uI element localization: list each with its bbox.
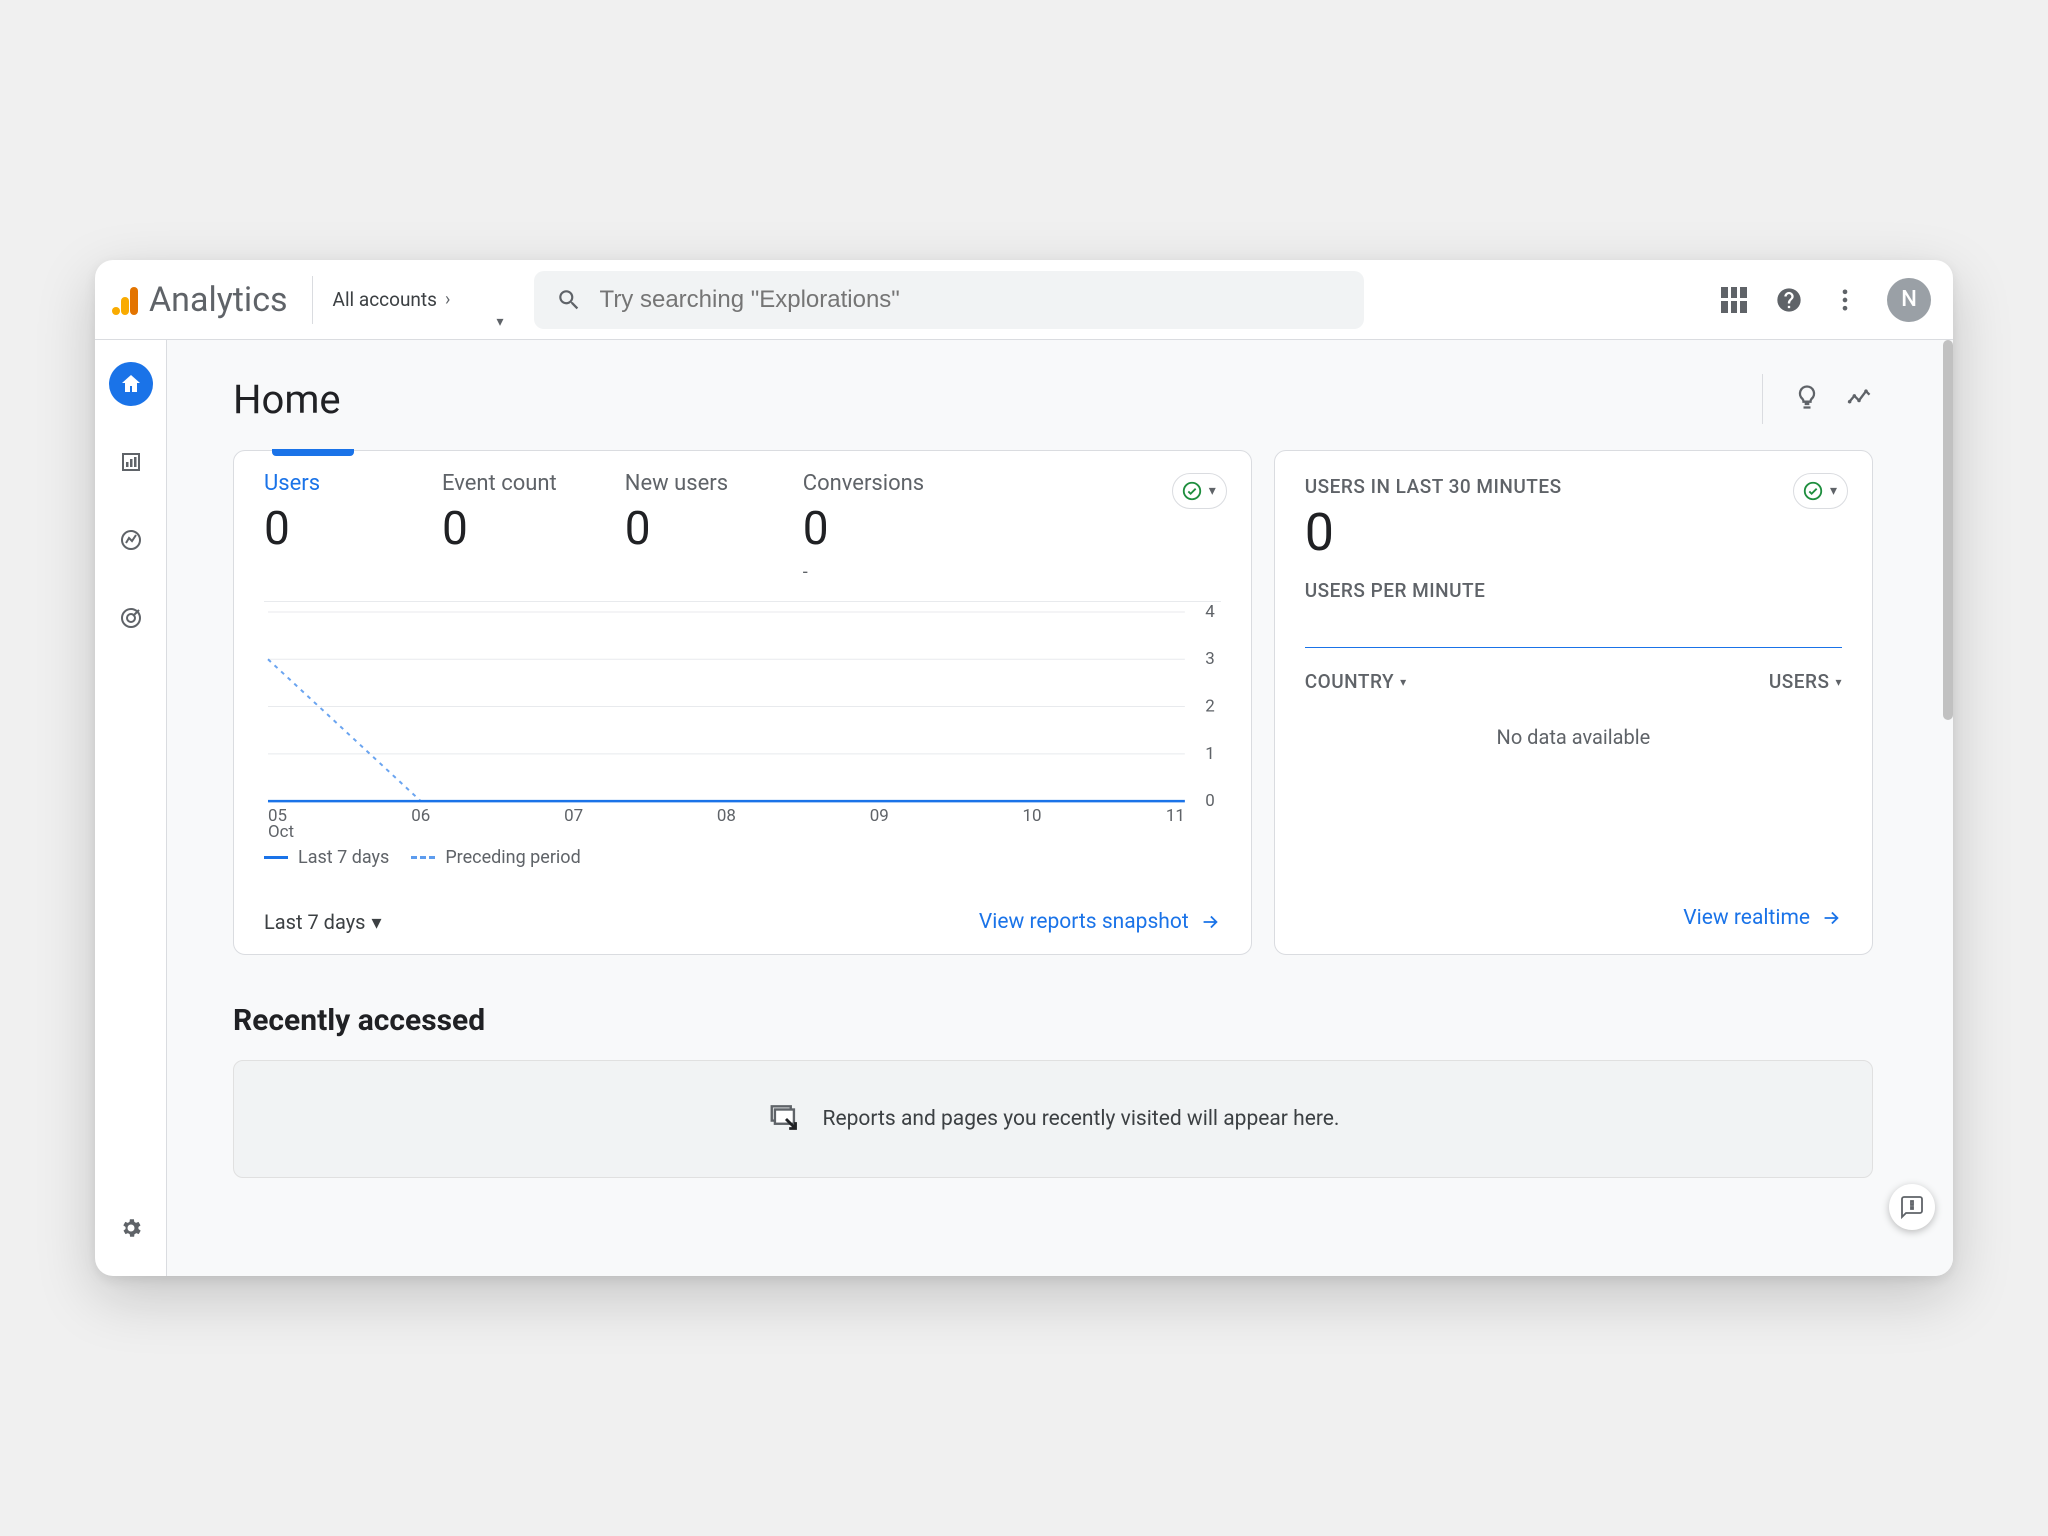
body: Home	[95, 340, 1953, 1276]
recent-empty-card: Reports and pages you recently visited w…	[233, 1060, 1873, 1178]
search-input[interactable]	[600, 286, 1342, 314]
scrollbar[interactable]	[1943, 340, 1953, 1276]
caret-down-icon: ▾	[497, 314, 504, 330]
svg-text:06: 06	[411, 806, 430, 826]
gear-icon	[119, 1216, 143, 1240]
caret-down-icon: ▾	[1830, 483, 1837, 499]
help-icon[interactable]	[1775, 286, 1803, 314]
bar-chart-icon	[119, 450, 143, 474]
account-picker[interactable]: All accounts › ▾	[312, 276, 482, 324]
apps-grid-icon[interactable]	[1721, 287, 1747, 313]
caret-down-icon: ▾	[1400, 675, 1407, 689]
realtime-table-head: COUNTRY ▾ USERS ▾	[1275, 652, 1872, 693]
data-quality-pill[interactable]: ▾	[1793, 473, 1848, 509]
recent-pages-icon	[767, 1100, 805, 1138]
main: Home	[167, 340, 1953, 1276]
col-country[interactable]: COUNTRY ▾	[1305, 670, 1407, 693]
home-icon	[119, 372, 143, 396]
overview-card: ▾ Users 0 Event count 0	[233, 450, 1252, 955]
realtime-subtitle: USERS PER MINUTE	[1275, 575, 1872, 602]
search-bar[interactable]	[534, 271, 1364, 329]
arrow-right-icon	[1820, 907, 1842, 929]
recent-empty-text: Reports and pages you recently visited w…	[823, 1107, 1340, 1131]
legend-previous: Preceding period	[411, 847, 580, 868]
product-name: Analytics	[149, 280, 288, 320]
legend-current: Last 7 days	[264, 847, 389, 868]
feedback-button[interactable]	[1889, 1184, 1935, 1230]
svg-text:Oct: Oct	[268, 822, 294, 837]
recent-section-title: Recently accessed	[233, 1003, 1873, 1038]
caret-down-icon: ▾	[371, 910, 381, 934]
page-header: Home	[233, 374, 1873, 424]
svg-text:10: 10	[1023, 806, 1042, 826]
svg-text:0: 0	[1205, 791, 1215, 811]
product-logo: Analytics	[109, 280, 288, 320]
svg-text:11: 11	[1166, 806, 1185, 826]
nav-admin[interactable]	[109, 1206, 153, 1250]
check-circle-icon	[1802, 480, 1824, 502]
svg-text:09: 09	[870, 806, 889, 826]
insights-button[interactable]	[1793, 383, 1821, 415]
view-reports-link[interactable]: View reports snapshot	[979, 910, 1221, 934]
sidebar	[95, 340, 167, 1276]
explore-icon	[119, 528, 143, 552]
trending-icon	[1845, 383, 1873, 411]
realtime-card: ▾ USERS IN LAST 30 MINUTES 0 USERS PER M…	[1274, 450, 1873, 955]
svg-text:2: 2	[1205, 697, 1215, 717]
lightbulb-icon	[1793, 383, 1821, 411]
avatar[interactable]: N	[1887, 278, 1931, 322]
svg-text:08: 08	[717, 806, 736, 826]
metric-users[interactable]: Users 0	[264, 471, 374, 583]
chart-legend: Last 7 days Preceding period	[264, 847, 1221, 868]
realtime-title: USERS IN LAST 30 MINUTES	[1275, 451, 1872, 498]
search-icon	[556, 287, 582, 313]
col-users[interactable]: USERS ▾	[1769, 670, 1842, 693]
svg-text:1: 1	[1205, 744, 1215, 764]
no-data-message: No data available	[1275, 693, 1872, 769]
feedback-icon	[1900, 1195, 1924, 1219]
overview-card-footer: Last 7 days ▾ View reports snapshot	[234, 890, 1251, 954]
date-range-picker[interactable]: Last 7 days ▾	[264, 910, 382, 934]
overview-chart: 0123405060708091011Oct	[264, 601, 1221, 837]
arrow-right-icon	[1199, 911, 1221, 933]
caret-down-icon: ▾	[1835, 675, 1842, 689]
analytics-logo-icon	[109, 285, 139, 315]
chevron-right-icon: ›	[445, 289, 450, 310]
nav-home[interactable]	[109, 362, 153, 406]
metric-conversions[interactable]: Conversions 0 -	[803, 471, 924, 583]
header-actions: N	[1721, 278, 1931, 322]
header: Analytics All accounts › ▾ N	[95, 260, 1953, 340]
nav-reports[interactable]	[109, 440, 153, 484]
nav-advertising[interactable]	[109, 596, 153, 640]
account-label: All accounts	[333, 288, 437, 311]
trends-button[interactable]	[1845, 383, 1873, 415]
view-realtime-link[interactable]: View realtime	[1683, 906, 1842, 930]
target-icon	[119, 606, 143, 630]
svg-text:3: 3	[1205, 649, 1215, 669]
nav-explore[interactable]	[109, 518, 153, 562]
realtime-value: 0	[1275, 498, 1872, 575]
svg-text:07: 07	[564, 806, 583, 826]
svg-text:4: 4	[1205, 602, 1215, 622]
users-per-minute-chart	[1305, 620, 1842, 648]
app-window: Analytics All accounts › ▾ N	[95, 260, 1953, 1276]
page-title: Home	[233, 376, 341, 423]
more-vert-icon[interactable]	[1831, 286, 1859, 314]
metric-new-users[interactable]: New users 0	[625, 471, 735, 583]
metrics-row: Users 0 Event count 0 New users	[234, 451, 1251, 583]
metric-event-count[interactable]: Event count 0	[442, 471, 557, 583]
cards-row: ▾ Users 0 Event count 0	[233, 450, 1873, 955]
